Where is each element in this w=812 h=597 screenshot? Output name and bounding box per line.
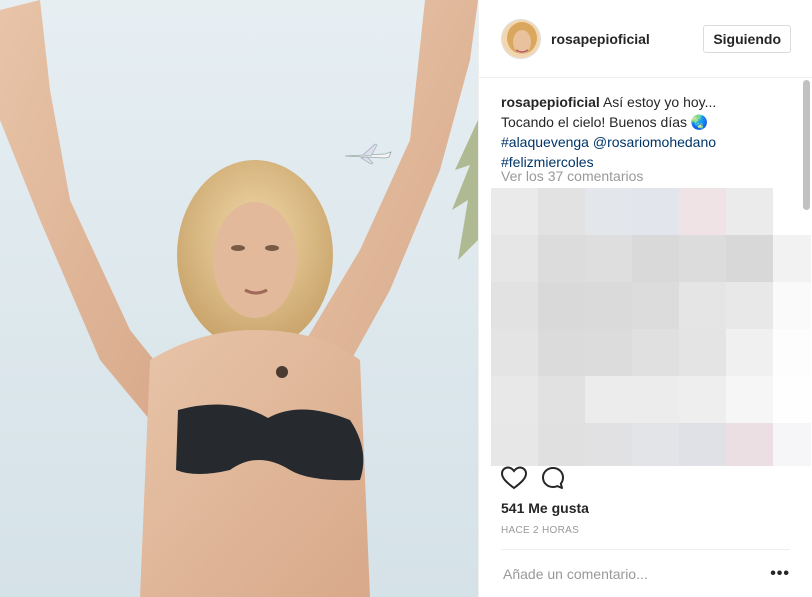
post-sidebar: rosapepioficial Siguiendo rosapepioficia… (478, 0, 812, 597)
instagram-post-modal: rosapepioficial Siguiendo rosapepioficia… (0, 0, 812, 597)
hashtag-link[interactable]: #alaquevenga (501, 134, 589, 150)
mention-link[interactable]: @rosariomohedano (593, 134, 716, 150)
post-header: rosapepioficial Siguiendo (479, 0, 812, 78)
globe-emoji: 🌏 (690, 114, 709, 130)
add-comment-section: ••• (501, 549, 790, 597)
following-button[interactable]: Siguiendo (703, 24, 791, 53)
comments-pixelated (491, 188, 811, 466)
post-photo[interactable] (0, 0, 478, 597)
heart-icon[interactable] (500, 465, 528, 495)
avatar[interactable] (501, 18, 541, 59)
post-username[interactable]: rosapepioficial (551, 31, 703, 47)
comment-icon[interactable] (541, 466, 565, 495)
post-actions (500, 465, 565, 495)
view-all-comments-link[interactable]: Ver los 37 comentarios (501, 168, 643, 184)
comment-input[interactable] (501, 564, 771, 583)
caption-username[interactable]: rosapepioficial (501, 94, 600, 110)
more-options-icon[interactable]: ••• (770, 565, 790, 583)
post-timestamp[interactable]: HACE 2 HORAS (501, 525, 579, 536)
post-photo-image (0, 0, 478, 597)
avatar-image (502, 19, 540, 58)
post-caption: rosapepioficial Así estoy yo hoy... Toca… (501, 92, 771, 172)
likes-count[interactable]: 541 Me gusta (501, 500, 589, 516)
comments-scrollbar[interactable] (803, 80, 810, 210)
